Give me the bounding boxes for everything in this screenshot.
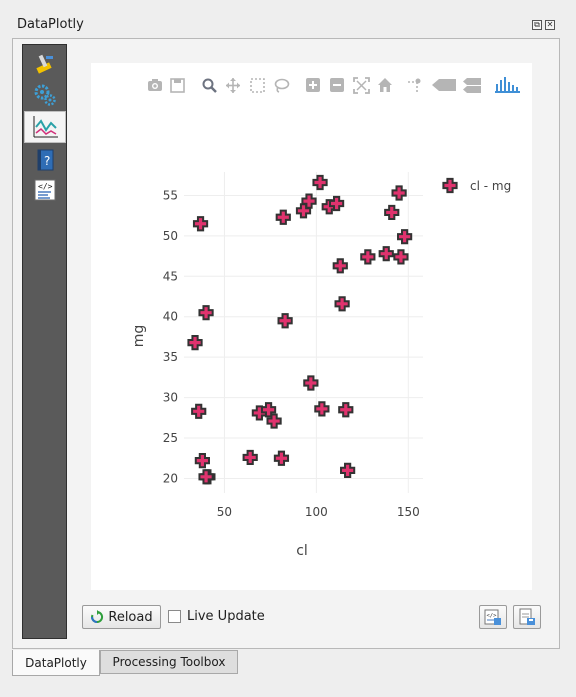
gridlines — [184, 172, 423, 493]
x-axis-title: cl — [296, 543, 308, 559]
plot-area[interactable]: 50 100 150 20 25 30 35 40 45 50 55 cl mg cl - mg — [91, 63, 532, 590]
data-point[interactable] — [275, 209, 291, 225]
y-tick-label: 40 — [163, 310, 178, 324]
zoom-out-icon[interactable] — [330, 78, 344, 92]
sidebar-item-help[interactable]: ? — [24, 145, 66, 175]
modebar — [148, 77, 520, 94]
pan-icon[interactable] — [226, 78, 240, 93]
live-update-checkbox[interactable] — [168, 610, 181, 623]
sidebar: ? </> — [22, 44, 67, 639]
data-point[interactable] — [303, 375, 319, 391]
data-point[interactable] — [360, 249, 376, 265]
data-point[interactable] — [277, 313, 293, 329]
spike-lines-icon[interactable] — [408, 78, 421, 94]
lasso-icon[interactable] — [274, 78, 290, 93]
refresh-icon — [91, 610, 104, 623]
y-tick-label: 55 — [163, 188, 178, 202]
data-point[interactable] — [397, 229, 413, 245]
export-html-button[interactable]: </> — [479, 605, 507, 629]
float-dock-button[interactable]: ⧉ — [532, 20, 542, 30]
legend-marker-symbol — [442, 177, 458, 194]
x-tick-label: 50 — [217, 505, 232, 519]
sidebar-item-plot-settings[interactable] — [24, 80, 66, 110]
hover-closest-icon[interactable] — [432, 79, 456, 91]
data-point[interactable] — [192, 216, 209, 232]
data-point[interactable] — [340, 462, 356, 478]
data-point[interactable] — [187, 335, 203, 351]
camera-icon[interactable] — [148, 79, 162, 91]
paintbrush-icon — [36, 54, 53, 74]
y-tick-label: 50 — [163, 229, 178, 243]
dock-title: DataPlotly — [17, 17, 84, 32]
help-icon: ? — [37, 149, 54, 171]
reload-button[interactable]: Reload — [82, 605, 161, 629]
sidebar-item-plot-properties[interactable] — [24, 48, 66, 78]
export-code-icon: </> — [484, 609, 501, 625]
data-point[interactable] — [198, 305, 214, 321]
data-point[interactable] — [378, 246, 394, 262]
zoom-icon[interactable] — [202, 78, 217, 93]
y-tick-label: 35 — [163, 350, 178, 364]
home-icon[interactable] — [378, 78, 392, 92]
y-tick-label: 45 — [163, 269, 178, 283]
legend-marker — [442, 177, 458, 194]
zoom-in-icon[interactable] — [306, 78, 320, 92]
reload-label: Reload — [108, 609, 153, 625]
save-image-button[interactable] — [513, 605, 541, 629]
x-axis-ticks: 50 100 150 — [217, 505, 420, 519]
data-point[interactable] — [312, 174, 328, 191]
y-axis-ticks: 20 25 30 35 40 45 50 55 — [163, 188, 178, 485]
y-tick-label: 30 — [163, 391, 178, 405]
data-points — [187, 174, 413, 485]
data-point[interactable] — [314, 401, 330, 417]
data-point[interactable] — [391, 185, 407, 201]
y-tick-label: 20 — [163, 471, 178, 485]
data-point[interactable] — [338, 402, 354, 418]
data-point[interactable] — [384, 204, 400, 221]
plotly-logo-icon[interactable] — [495, 77, 520, 93]
save-icon[interactable] — [170, 78, 185, 93]
y-tick-label: 25 — [163, 431, 178, 445]
gears-icon — [34, 84, 56, 106]
data-point[interactable] — [191, 403, 207, 419]
data-point[interactable] — [194, 453, 210, 469]
svg-text:?: ? — [44, 154, 50, 168]
data-point[interactable] — [393, 249, 409, 265]
y-axis-title: mg — [131, 325, 147, 348]
live-update-label: Live Update — [187, 609, 265, 624]
tab-dataplotly[interactable]: DataPlotly — [12, 650, 100, 676]
data-point[interactable] — [273, 450, 290, 466]
data-point[interactable] — [332, 258, 348, 274]
svg-text:</>: </> — [38, 182, 53, 191]
data-point[interactable] — [334, 296, 350, 312]
x-tick-label: 150 — [397, 505, 420, 519]
hover-compare-icon[interactable] — [463, 78, 481, 93]
save-image-icon — [519, 608, 535, 625]
data-point[interactable] — [242, 449, 258, 466]
close-dock-button[interactable]: ✕ — [545, 20, 555, 30]
legend[interactable]: cl - mg — [442, 177, 511, 194]
tab-processing-toolbox[interactable]: Processing Toolbox — [100, 650, 238, 674]
sidebar-item-plot-view[interactable] — [24, 111, 66, 143]
x-tick-label: 100 — [305, 505, 328, 519]
scatter-chart[interactable]: 50 100 150 20 25 30 35 40 45 50 55 cl mg cl - mg — [91, 63, 532, 590]
box-select-icon[interactable] — [250, 78, 265, 93]
autoscale-icon[interactable] — [353, 77, 370, 94]
plot-icon — [33, 116, 58, 138]
code-icon: </> — [34, 179, 56, 201]
sidebar-item-debug[interactable]: </> — [24, 175, 66, 205]
legend-label: cl - mg — [470, 179, 511, 193]
